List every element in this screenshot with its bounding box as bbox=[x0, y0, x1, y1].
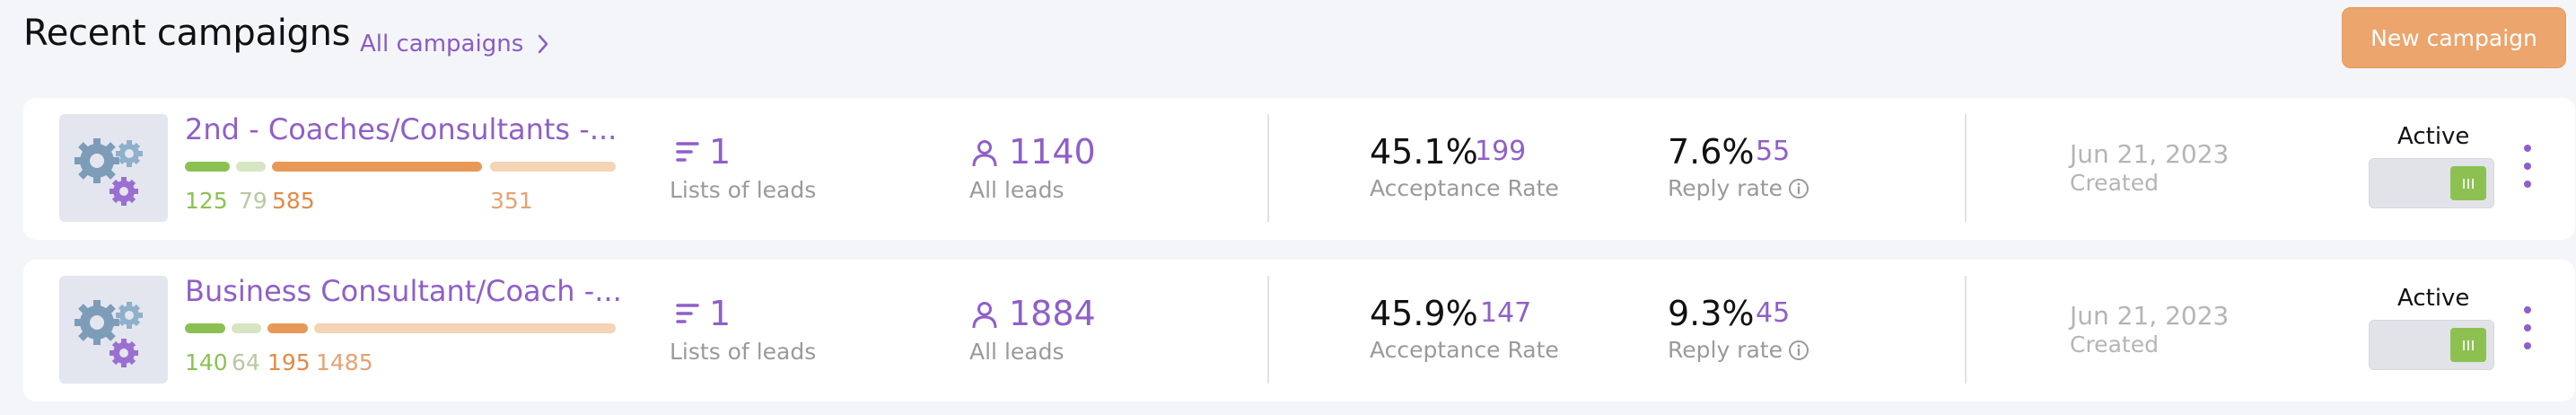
count-green: 140 bbox=[185, 349, 228, 375]
progress-bar-light-orange bbox=[490, 162, 616, 172]
acceptance-rate-label: Acceptance Rate bbox=[1370, 175, 1559, 201]
progress-bar-orange bbox=[272, 162, 482, 172]
info-icon[interactable] bbox=[1788, 178, 1809, 199]
toggle-knob bbox=[2450, 328, 2486, 362]
acceptance-rate-value: 45.9% bbox=[1370, 294, 1478, 333]
reply-count: 55 bbox=[1756, 136, 1791, 167]
acceptance-rate-text: Acceptance Rate bbox=[1370, 175, 1559, 201]
lists-label: Lists of leads bbox=[670, 177, 817, 203]
campaign-name[interactable]: 2nd - Coaches/Consultants -... bbox=[185, 112, 617, 146]
progress-bar-orange bbox=[267, 323, 308, 333]
campaign-card[interactable]: 2nd - Coaches/Consultants -... 125 79 58… bbox=[23, 98, 2575, 240]
status-label: Active bbox=[2397, 285, 2470, 312]
campaign-name[interactable]: Business Consultant/Coach -... bbox=[185, 274, 622, 308]
progress-bar-light-green bbox=[236, 162, 266, 172]
acceptance-rate-label: Acceptance Rate bbox=[1370, 337, 1559, 363]
active-toggle[interactable] bbox=[2369, 320, 2494, 370]
divider bbox=[1965, 276, 1967, 384]
new-campaign-button[interactable]: New campaign bbox=[2342, 7, 2566, 68]
reply-rate-text: Reply rate bbox=[1668, 175, 1783, 201]
leads-label: All leads bbox=[969, 177, 1065, 203]
page-title: Recent campaigns bbox=[23, 13, 351, 54]
count-light-orange: 351 bbox=[490, 188, 533, 214]
created-label: Created bbox=[2070, 170, 2159, 196]
person-icon bbox=[972, 140, 997, 167]
chevron-right-icon bbox=[539, 34, 548, 54]
reply-rate-value: 9.3% bbox=[1668, 294, 1755, 333]
divider bbox=[1267, 114, 1269, 222]
progress-bar-green bbox=[185, 323, 225, 333]
created-date: Jun 21, 2023 bbox=[2070, 139, 2230, 169]
lists-count: 1 bbox=[709, 294, 732, 333]
created-label: Created bbox=[2070, 331, 2159, 358]
count-orange: 195 bbox=[267, 349, 311, 375]
reply-rate-text: Reply rate bbox=[1668, 337, 1783, 363]
info-icon[interactable] bbox=[1788, 340, 1809, 361]
acceptance-count: 147 bbox=[1480, 297, 1532, 329]
acceptance-rate-value: 45.1% bbox=[1370, 132, 1478, 172]
lists-count: 1 bbox=[709, 132, 732, 172]
campaign-thumbnail bbox=[59, 114, 168, 222]
campaign-thumbnail bbox=[59, 276, 168, 384]
campaign-card[interactable]: Business Consultant/Coach -... 140 64 19… bbox=[23, 260, 2575, 402]
active-toggle[interactable] bbox=[2369, 158, 2494, 208]
reply-rate-label: Reply rate bbox=[1668, 175, 1809, 201]
leads-count: 1884 bbox=[1009, 294, 1096, 333]
count-light-orange: 1485 bbox=[316, 349, 373, 375]
all-campaigns-link[interactable]: All campaigns bbox=[360, 31, 550, 57]
acceptance-rate-text: Acceptance Rate bbox=[1370, 337, 1559, 363]
divider bbox=[1267, 276, 1269, 384]
created-date: Jun 21, 2023 bbox=[2070, 301, 2230, 331]
count-light-green: 79 bbox=[239, 188, 267, 214]
divider bbox=[1965, 114, 1967, 222]
lists-label: Lists of leads bbox=[670, 339, 817, 365]
gears-icon bbox=[74, 300, 143, 367]
progress-bar-green bbox=[185, 162, 230, 172]
status-label: Active bbox=[2397, 123, 2470, 150]
reply-rate-label: Reply rate bbox=[1668, 337, 1809, 363]
count-green: 125 bbox=[185, 188, 228, 214]
progress-bar-light-orange bbox=[314, 323, 616, 333]
leads-count: 1140 bbox=[1009, 132, 1096, 172]
count-orange: 585 bbox=[272, 188, 315, 214]
count-light-green: 64 bbox=[232, 349, 260, 375]
gears-icon bbox=[74, 138, 143, 206]
leads-label: All leads bbox=[969, 339, 1065, 365]
reply-rate-value: 7.6% bbox=[1668, 132, 1755, 172]
kebab-menu-icon[interactable] bbox=[2519, 306, 2537, 349]
acceptance-count: 199 bbox=[1475, 136, 1527, 167]
list-lines-icon bbox=[676, 304, 699, 323]
kebab-menu-icon[interactable] bbox=[2519, 145, 2537, 188]
all-campaigns-label: All campaigns bbox=[360, 31, 524, 57]
reply-count: 45 bbox=[1756, 297, 1791, 329]
progress-bar-light-green bbox=[232, 323, 261, 333]
person-icon bbox=[972, 302, 997, 329]
toggle-knob bbox=[2450, 166, 2486, 200]
header: Recent campaigns All campaigns New campa… bbox=[0, 0, 2576, 90]
list-lines-icon bbox=[676, 142, 699, 162]
